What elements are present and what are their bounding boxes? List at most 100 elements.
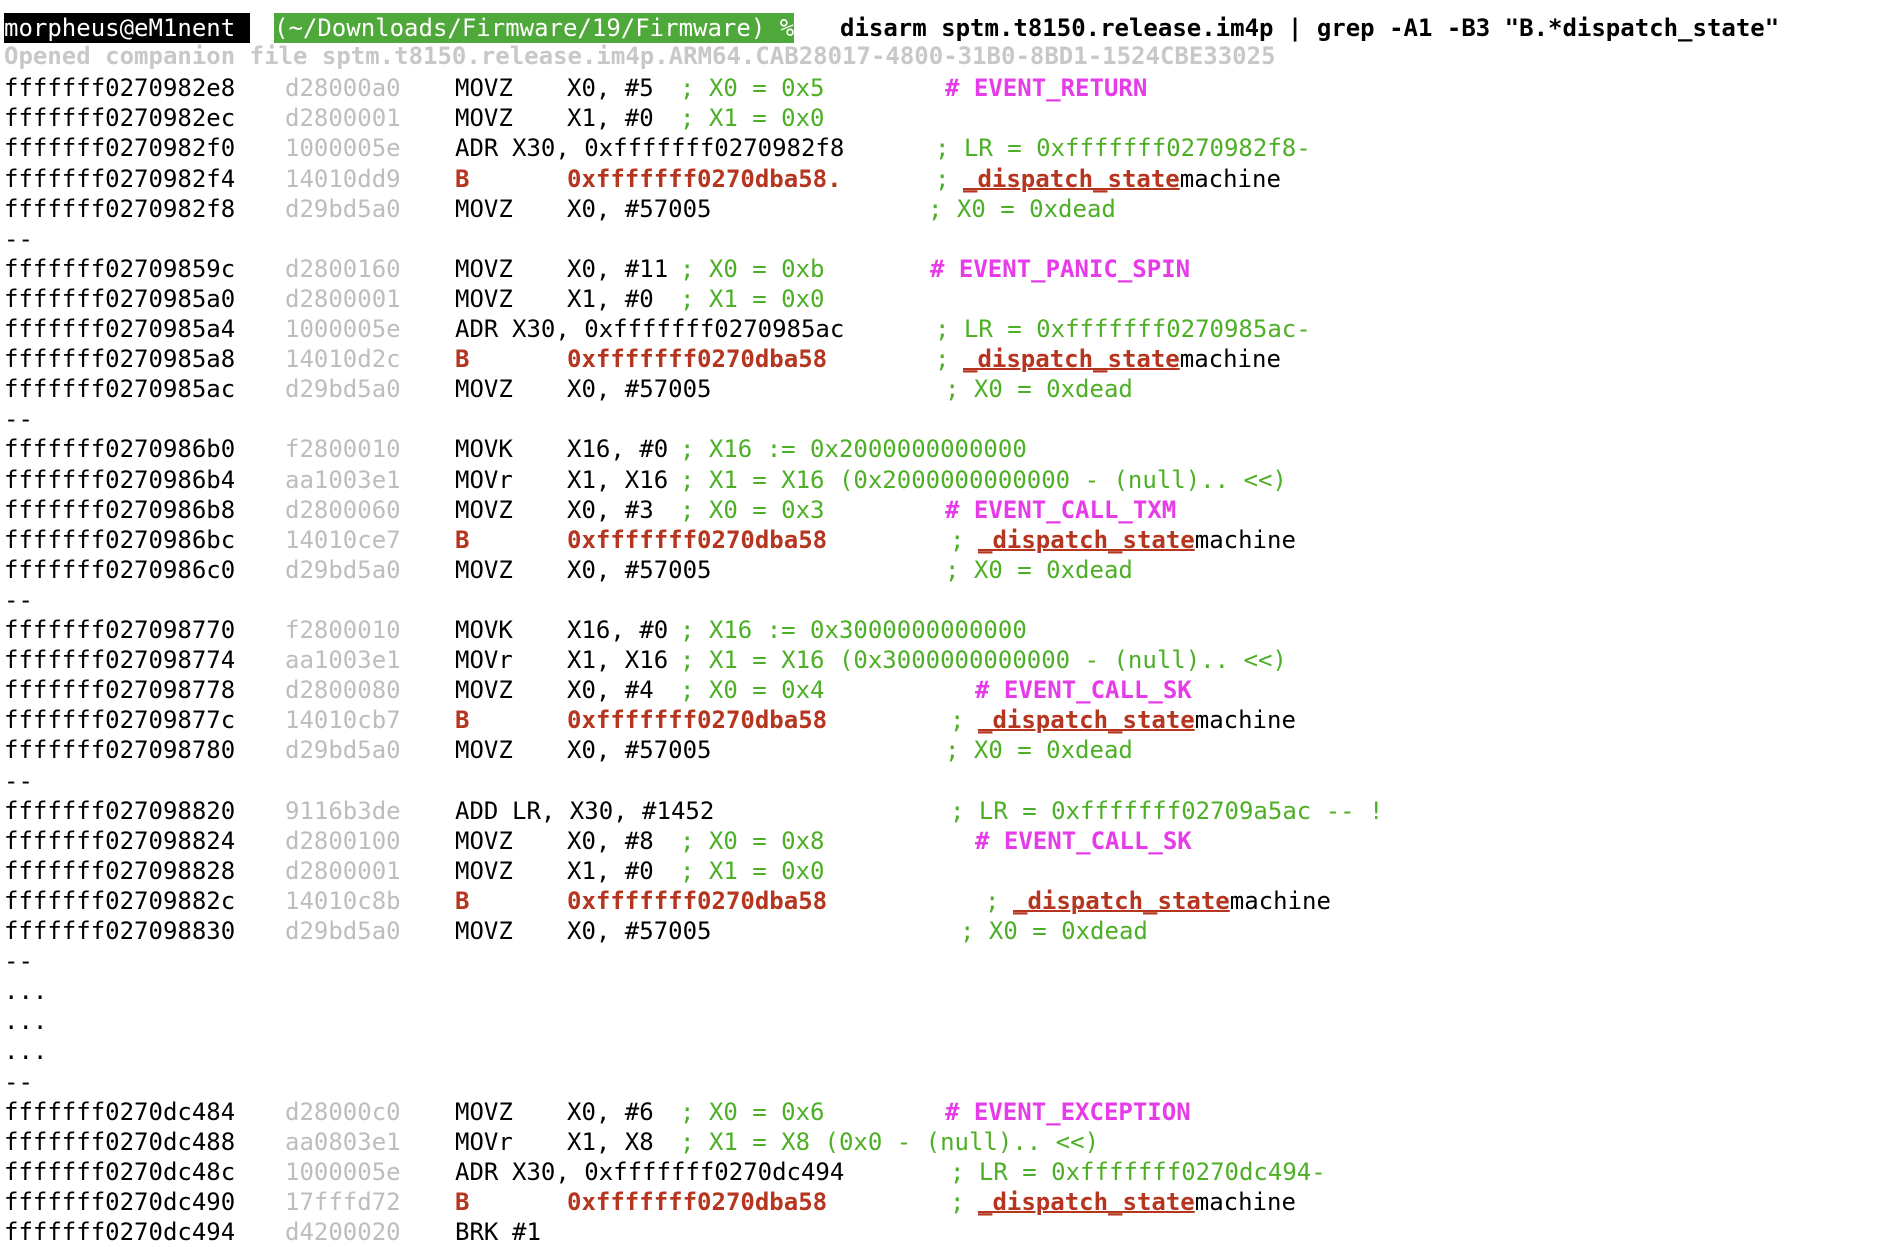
disasm-row[interactable]: fffffff0270986b4 aa1003e1 MOVr X1, X16 ; X1 … (0, 465, 1878, 495)
instruction-operands: X0, #5 (567, 74, 654, 102)
group-separator: -- (0, 585, 1878, 615)
instruction-operands: 0xfffffff0270dba58 (567, 706, 828, 734)
ellipsis-text: ... (4, 1037, 48, 1065)
machine-suffix: machine (1179, 345, 1281, 373)
instruction-opcode: MOVZ (455, 195, 513, 223)
disasm-row[interactable]: fffffff0270dc488 aa0803e1 MOVr X1, X8 ; X1 =… (0, 1127, 1878, 1157)
instruction-operands: X0, #57005 (567, 556, 712, 584)
disasm-row[interactable]: fffffff0270dc484 d28000c0 MOVZ X0, #6 ; X0 =… (0, 1097, 1878, 1127)
instruction-operands: X0, #57005 (567, 375, 712, 403)
disasm-row[interactable]: fffffff0270985a4 1000005e ADR X30, 0xffffff… (0, 314, 1878, 344)
instruction-comment: ; X0 = 0x6 (680, 1098, 825, 1126)
disasm-row[interactable]: fffffff027098820 9116b3de ADD LR, X30, #145… (0, 796, 1878, 826)
instruction-opcode: MOVr (455, 466, 513, 494)
disasm-row[interactable]: fffffff0270986bc 14010ce7 B 0xfffffff0270db… (0, 525, 1878, 555)
instruction-comment: ; (950, 1188, 965, 1216)
disasm-row[interactable]: fffffff0270dc48c 1000005e ADR X30, 0xffffff… (0, 1157, 1878, 1187)
instruction-operands: X16, #0 (567, 435, 669, 463)
instruction-comment: ; X1 = 0x0 (680, 104, 825, 132)
instruction-operands: 0xfffffff0270dba58 (567, 887, 828, 915)
instruction-opcode: B (455, 526, 470, 554)
disasm-row[interactable]: fffffff0270982ec d2800001 MOVZ X1, #0 ; X1 =… (0, 103, 1878, 133)
disasm-row[interactable]: fffffff0270986b0 f2800010 MOVK X16, #0 ; X16… (0, 434, 1878, 464)
disasm-row[interactable]: fffffff027098830 d29bd5a0 MOVZ X0, #57005 ; … (0, 916, 1878, 946)
separator-text: -- (4, 767, 33, 795)
instruction-encoding: 17fffd72 (285, 1188, 401, 1216)
instruction-operands: X1, #0 (567, 285, 654, 313)
instruction-comment: ; X0 = 0xdead (945, 556, 1133, 584)
disasm-row[interactable]: fffffff02709859c d2800160 MOVZ X0, #11 ; X0 … (0, 254, 1878, 284)
disasm-row[interactable]: fffffff027098774 aa1003e1 MOVr X1, X16 ; X1 … (0, 645, 1878, 675)
instruction-encoding: f2800010 (285, 616, 401, 644)
instruction-operands: X0, #57005 (567, 195, 712, 223)
instruction-encoding: 14010dd9 (285, 165, 401, 193)
disasm-row[interactable]: fffffff0270985a8 14010d2c B 0xfffffff0270db… (0, 344, 1878, 374)
disasm-row[interactable]: fffffff0270986c0 d29bd5a0 MOVZ X0, #57005 ; … (0, 555, 1878, 585)
disasm-row[interactable]: fffffff0270982f8 d29bd5a0 MOVZ X0, #57005 ; … (0, 194, 1878, 224)
disasm-row[interactable]: fffffff027098770 f2800010 MOVK X16, #0 ; X16… (0, 615, 1878, 645)
instruction-comment: ; X1 = X16 (0x2000000000000 - (null).. <… (680, 466, 1287, 494)
disasm-row[interactable]: fffffff0270986b8 d2800060 MOVZ X0, #3 ; X0 =… (0, 495, 1878, 525)
instruction-encoding: d28000c0 (285, 1098, 401, 1126)
instruction-address: fffffff027098820 (4, 797, 236, 825)
machine-suffix: machine (1194, 526, 1296, 554)
instruction-comment: ; (950, 706, 965, 734)
instruction-address: fffffff0270985a8 (4, 345, 236, 373)
instruction-address: fffffff027098774 (4, 646, 236, 674)
disasm-row[interactable]: fffffff027098828 d2800001 MOVZ X1, #0 ; X1 =… (0, 856, 1878, 886)
instruction-opcode: MOVZ (455, 827, 513, 855)
disasm-row[interactable]: fffffff027098778 d2800080 MOVZ X0, #4 ; X0 =… (0, 675, 1878, 705)
instruction-opcode: MOVr (455, 1128, 513, 1156)
instruction-address: fffffff0270982f8 (4, 195, 236, 223)
instruction-comment: ; X1 = X8 (0x0 - (null).. <<) (680, 1128, 1100, 1156)
disasm-row[interactable]: fffffff02709877c 14010cb7 B 0xfffffff0270db… (0, 705, 1878, 735)
instruction-operands: X0, #3 (567, 496, 654, 524)
ellipsis-line: ... (0, 976, 1878, 1006)
instruction-operands: X30, 0xfffffff0270982f8 (512, 134, 845, 162)
instruction-opcode: MOVZ (455, 255, 513, 283)
instruction-operands: X30, 0xfffffff0270985ac (512, 315, 845, 343)
instruction-opcode: B (455, 706, 470, 734)
disasm-row[interactable]: fffffff0270982e8 d28000a0 MOVZ X0, #5 ; X0 =… (0, 73, 1878, 103)
instruction-operands: X0, #57005 (567, 917, 712, 945)
disasm-row[interactable]: fffffff0270982f0 1000005e ADR X30, 0xffffff… (0, 133, 1878, 163)
instruction-encoding: d2800160 (285, 255, 401, 283)
instruction-address: fffffff0270dc490 (4, 1188, 236, 1216)
disasm-row[interactable]: fffffff02709882c 14010c8b B 0xfffffff0270db… (0, 886, 1878, 916)
machine-suffix: machine (1229, 887, 1331, 915)
instruction-operands: X1, X8 (567, 1128, 654, 1156)
instruction-encoding: 14010ce7 (285, 526, 401, 554)
instruction-comment: ; X0 = 0xdead (928, 195, 1116, 223)
disasm-row[interactable]: fffffff027098780 d29bd5a0 MOVZ X0, #57005 ; … (0, 735, 1878, 765)
instruction-encoding: d29bd5a0 (285, 375, 401, 403)
group-separator: -- (0, 946, 1878, 976)
disasm-row[interactable]: fffffff0270985ac d29bd5a0 MOVZ X0, #57005 ; … (0, 374, 1878, 404)
dispatch-state-symbol: _dispatch_state (978, 706, 1195, 734)
event-annotation: # EVENT_CALL_TXM (945, 496, 1177, 524)
instruction-encoding: d29bd5a0 (285, 736, 401, 764)
instruction-opcode: MOVZ (455, 1098, 513, 1126)
instruction-operands: X1, #0 (567, 104, 654, 132)
instruction-address: fffffff0270986b4 (4, 466, 236, 494)
event-annotation: # EVENT_PANIC_SPIN (930, 255, 1191, 283)
disasm-row[interactable]: fffffff0270982f4 14010dd9 B 0xfffffff0270db… (0, 164, 1878, 194)
instruction-address: fffffff027098780 (4, 736, 236, 764)
instruction-comment: ; X1 = 0x0 (680, 857, 825, 885)
instruction-operands: 0xfffffff0270dba58 (567, 345, 828, 373)
disasm-row[interactable]: fffffff0270dc490 17fffd72 B 0xfffffff0270db… (0, 1187, 1878, 1217)
instruction-comment: ; X16 := 0x2000000000000 (680, 435, 1027, 463)
instruction-comment: ; (950, 526, 965, 554)
disasm-row[interactable]: fffffff0270985a0 d2800001 MOVZ X1, #0 ; X1 =… (0, 284, 1878, 314)
instruction-operands: X0, #6 (567, 1098, 654, 1126)
instruction-comment: ; (935, 165, 950, 193)
instruction-opcode: MOVr (455, 646, 513, 674)
terminal-window[interactable]: morpheus@eM1nent (~/Downloads/Firmware/1… (0, 13, 1878, 1246)
ellipsis-text: ... (4, 1007, 48, 1035)
instruction-encoding: 9116b3de (285, 797, 401, 825)
disasm-row[interactable]: fffffff027098824 d2800100 MOVZ X0, #8 ; X0 =… (0, 826, 1878, 856)
machine-suffix: machine (1194, 706, 1296, 734)
instruction-operands: LR, X30, #1452 (512, 797, 715, 825)
instruction-encoding: d2800080 (285, 676, 401, 704)
event-annotation: # EVENT_CALL_SK (975, 676, 1192, 704)
instruction-address: fffffff027098830 (4, 917, 236, 945)
